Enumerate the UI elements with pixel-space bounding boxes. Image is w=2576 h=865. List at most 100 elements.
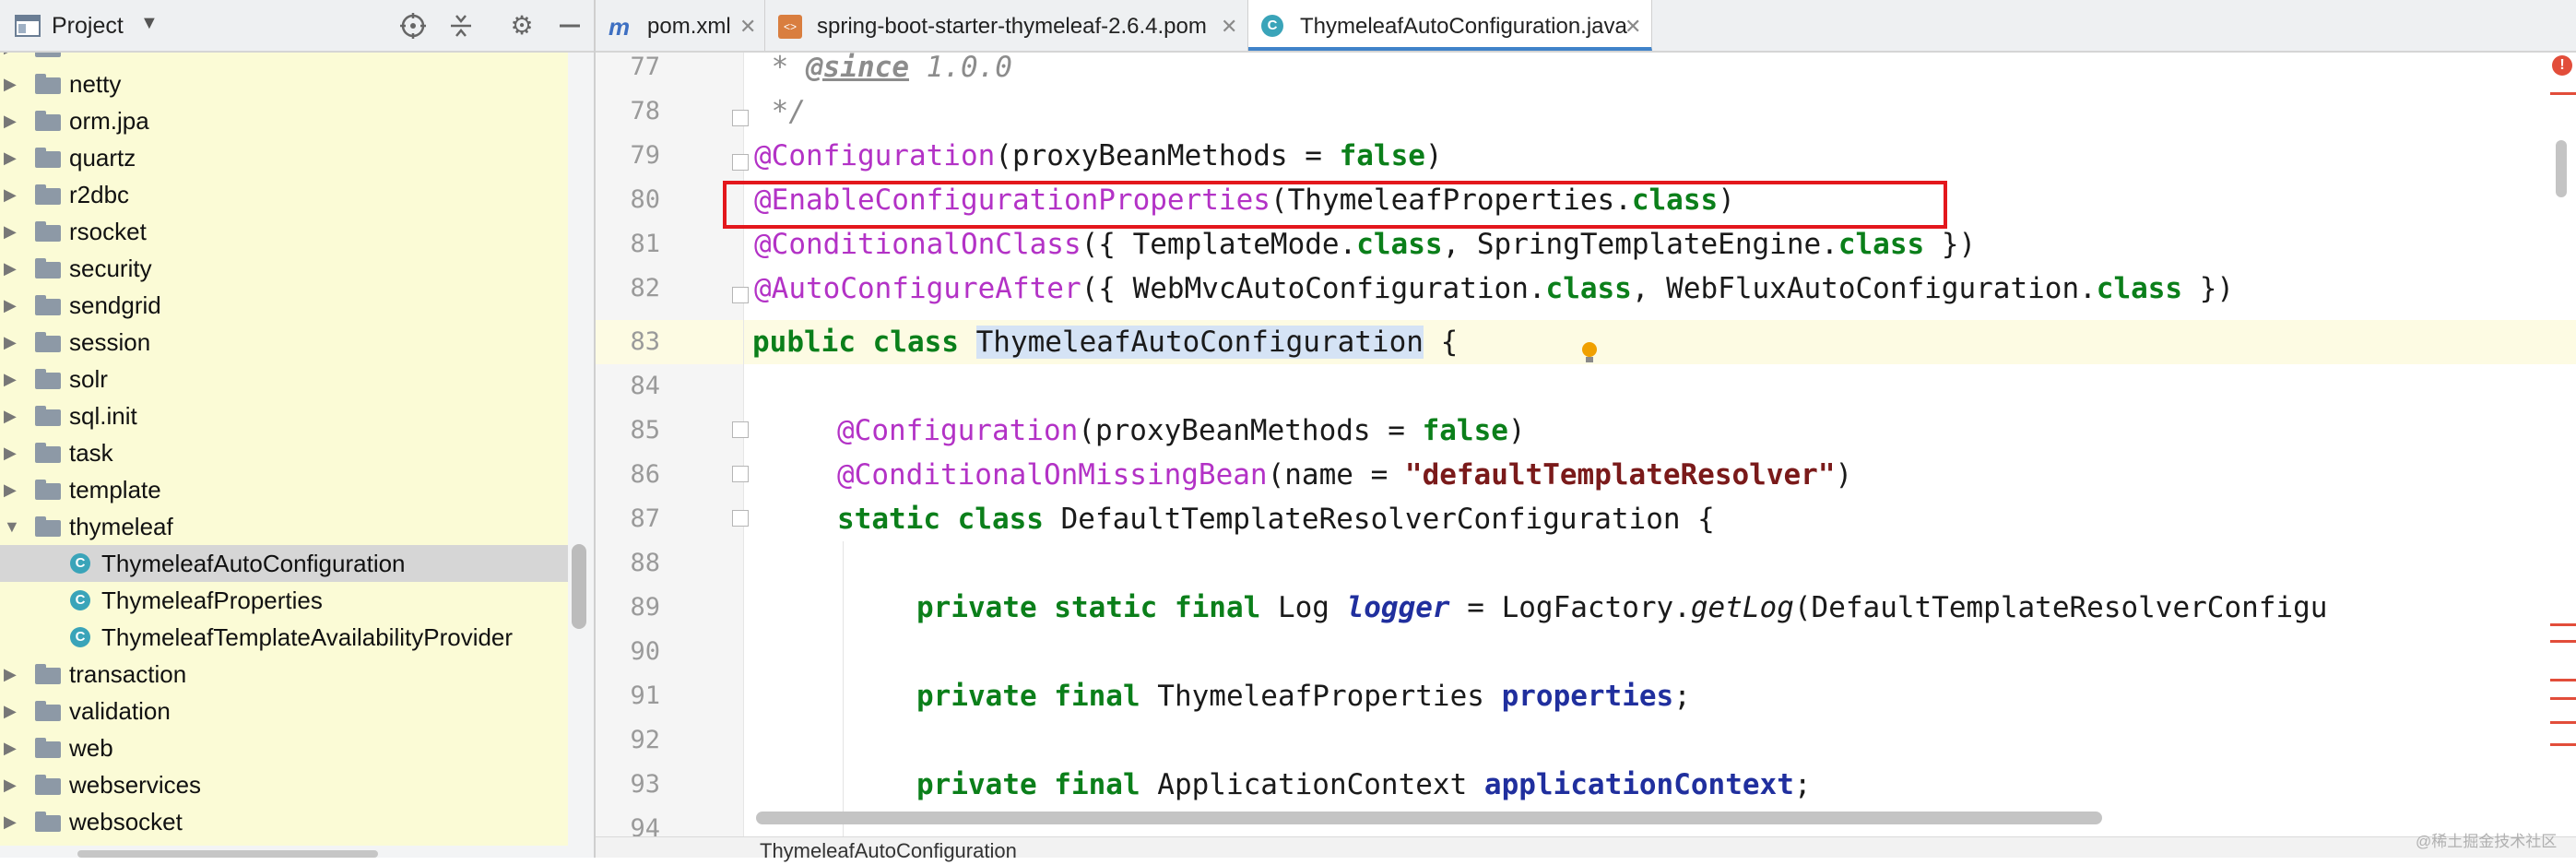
tree-item-sendgrid[interactable]: ▶ sendgrid [0, 287, 568, 324]
editor-tab-bar: m pom.xml ✕ <> spring-boot-starter-thyme… [596, 0, 2576, 53]
lightbulb-icon[interactable] [1580, 342, 1599, 364]
locate-file-icon[interactable] [395, 7, 431, 44]
tree-item-sql-init[interactable]: ▶ sql.init [0, 397, 568, 434]
code-text: (proxyBeanMethods = [1078, 414, 1423, 447]
close-icon[interactable]: ✕ [1625, 0, 1641, 53]
fold-marker-icon[interactable] [732, 421, 749, 438]
project-panel: Project ▼ ⚙ ▶ ▶ netty ▶ orm.jpa ▶ [0, 0, 594, 858]
tree-item-thymeleaf-auto-configuration[interactable]: C ThymeleafAutoConfiguration [0, 545, 568, 582]
highlighted-identifier: ThymeleafAutoConfiguration [975, 326, 1424, 359]
keyword: private static final [916, 591, 1261, 624]
chevron-right-icon: ▶ [4, 702, 17, 720]
editor-vertical-scrollbar[interactable] [2556, 140, 2567, 197]
tree-item-rsocket[interactable]: ▶ rsocket [0, 213, 568, 250]
project-toolbar: Project ▼ ⚙ [0, 0, 594, 53]
chevron-right-icon: ▶ [4, 222, 17, 241]
tree-item-quartz[interactable]: ▶ quartz [0, 139, 568, 176]
tree-item-label: netty [69, 70, 122, 98]
tree-item-netty[interactable]: ▶ netty [0, 65, 568, 102]
editor-horizontal-scrollbar[interactable] [756, 812, 2102, 824]
error-stripe-marker[interactable] [2550, 623, 2576, 626]
java-class-icon: C [70, 627, 90, 647]
code-line-78: */ [754, 89, 806, 134]
code-editor[interactable]: 77 78 79 80 81 82 83 84 85 86 87 88 89 9… [596, 53, 2576, 836]
tree-horizontal-scrollbar[interactable] [77, 850, 378, 858]
tree-item-task[interactable]: ▶ task [0, 434, 568, 471]
tree-item-label: orm.jpa [69, 107, 149, 135]
line-number: 87 [630, 504, 660, 533]
tree-item-web[interactable]: ▶ web [0, 729, 568, 766]
code-line-83: public class ThymeleafAutoConfiguration … [752, 320, 1458, 364]
error-stripe-marker[interactable] [2550, 679, 2576, 681]
java-class-icon: C [1261, 15, 1283, 37]
chevron-down-icon[interactable]: ▼ [140, 13, 159, 34]
fold-marker-icon[interactable] [732, 466, 749, 482]
tab-thymeleaf-auto-configuration[interactable]: C ThymeleafAutoConfiguration.java ✕ [1248, 0, 1652, 51]
chevron-right-icon: ▶ [4, 259, 17, 278]
fold-marker-icon[interactable] [732, 154, 749, 171]
chevron-right-icon: ▶ [4, 812, 17, 831]
keyword: class [2096, 272, 2183, 305]
collapse-all-icon[interactable] [443, 7, 479, 44]
tree-item-label: transaction [69, 660, 187, 688]
tree-item-thymeleaf[interactable]: ▼ thymeleaf [0, 508, 568, 545]
tree-item-security[interactable]: ▶ security [0, 250, 568, 287]
line-number: 82 [630, 274, 660, 302]
tree-item-label: web [69, 734, 113, 762]
fold-marker-icon[interactable] [732, 510, 749, 527]
comment-text: 1.0.0 [908, 53, 1012, 84]
error-stripe-marker[interactable] [2550, 721, 2576, 724]
tab-starter-pom[interactable]: <> spring-boot-starter-thymeleaf-2.6.4.p… [765, 0, 1248, 51]
project-view-title[interactable]: Project [52, 13, 124, 40]
error-indicator-icon[interactable]: ! [2552, 55, 2572, 76]
fold-marker-icon[interactable] [732, 287, 749, 303]
error-stripe-marker[interactable] [2550, 92, 2576, 95]
tree-item-template[interactable]: ▶ template [0, 471, 568, 508]
close-icon[interactable]: ✕ [1221, 0, 1237, 53]
tree-item-thymeleaf-properties[interactable]: C ThymeleafProperties [0, 582, 568, 619]
error-stripe-marker[interactable] [2550, 697, 2576, 700]
code-text: DefaultTemplateResolverConfiguration { [1043, 503, 1715, 536]
folder-icon [35, 738, 61, 758]
close-icon[interactable]: ✕ [739, 0, 756, 53]
folder-icon [35, 701, 61, 721]
keyword: public class [752, 326, 959, 359]
tree-item-transaction[interactable]: ▶ transaction [0, 656, 568, 693]
tree-item-webservices[interactable]: ▶ webservices [0, 766, 568, 803]
keyword: false [1422, 414, 1508, 447]
tree-item-websocket[interactable]: ▶ websocket [0, 803, 568, 840]
tree-item-session[interactable]: ▶ session [0, 324, 568, 361]
tree-item-validation[interactable]: ▶ validation [0, 693, 568, 729]
annotation: @Configuration [837, 414, 1079, 447]
code-text: , WebFluxAutoConfiguration. [1631, 272, 2097, 305]
keyword: false [1339, 139, 1425, 172]
code-line-81: @ConditionalOnClass({ TemplateMode.class… [754, 222, 1976, 267]
keyword: class [1545, 272, 1632, 305]
tab-pom-xml[interactable]: m pom.xml ✕ [596, 0, 765, 51]
minimize-icon[interactable] [551, 7, 588, 44]
code-text: ; [1793, 768, 1812, 801]
code-text: (name = [1267, 458, 1405, 492]
error-stripe-marker[interactable] [2550, 743, 2576, 746]
tree-item-thymeleaf-template-availability-provider[interactable]: C ThymeleafTemplateAvailabilityProvider [0, 619, 568, 656]
string-literal: "defaultTemplateResolver" [1404, 458, 1836, 492]
folder-icon [35, 664, 61, 684]
tree-item-orm-jpa[interactable]: ▶ orm.jpa [0, 102, 568, 139]
folder-icon [35, 295, 61, 315]
tree-item-solr[interactable]: ▶ solr [0, 361, 568, 397]
line-number: 85 [630, 416, 660, 444]
chevron-down-icon: ▼ [4, 517, 20, 536]
tree-item-r2dbc[interactable]: ▶ r2dbc [0, 176, 568, 213]
tree-vertical-scrollbar[interactable] [572, 544, 586, 629]
code-line-93: private final ApplicationContext applica… [916, 763, 1812, 807]
code-text: { [1423, 326, 1459, 359]
fold-marker-icon[interactable] [732, 110, 749, 126]
breadcrumb-item[interactable]: ThymeleafAutoConfiguration [760, 837, 1017, 865]
error-stripe-marker[interactable] [2550, 640, 2576, 643]
tree-item-label: sql.init [69, 402, 137, 430]
tree-item-partial[interactable]: ▶ [0, 53, 568, 65]
folder-icon [35, 221, 61, 242]
keyword: static class [837, 503, 1044, 536]
tree-item-label: r2dbc [69, 181, 130, 208]
gear-icon[interactable]: ⚙ [503, 7, 540, 44]
